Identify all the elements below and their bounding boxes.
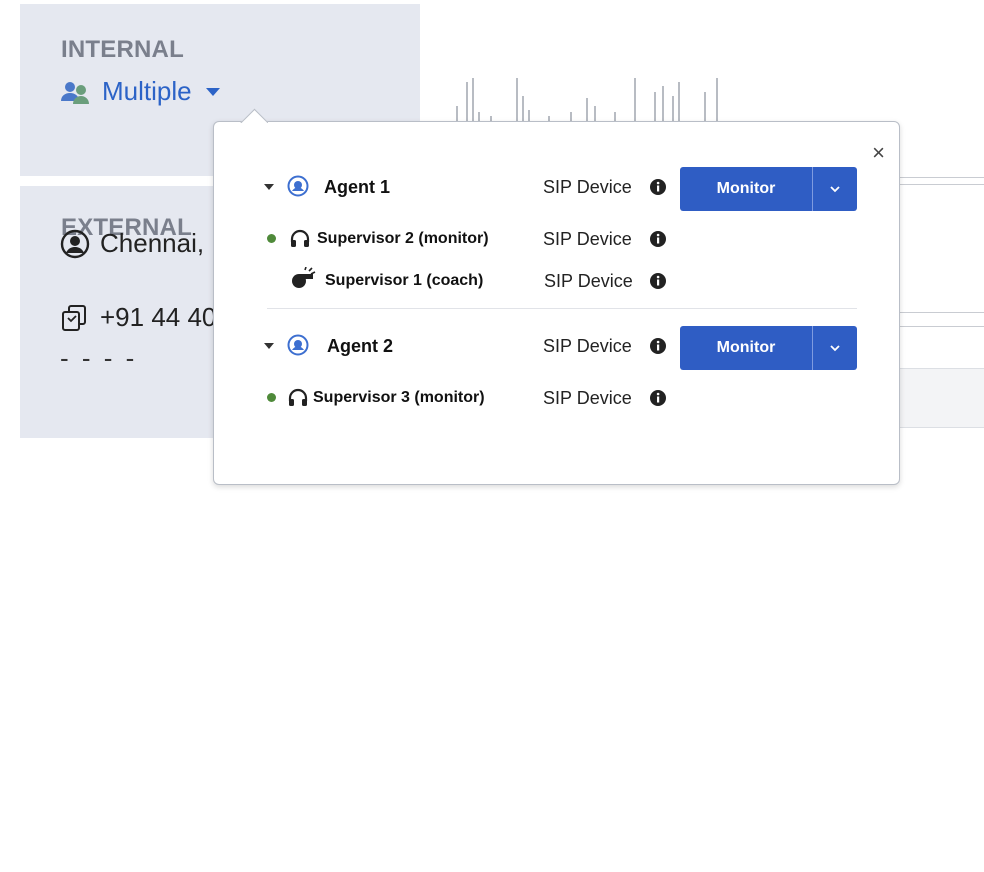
device-label: SIP Device: [543, 388, 632, 408]
users-icon: [61, 81, 89, 104]
monitoring-popover: × Agent 1 SIP Device Monitor Supervisor …: [213, 121, 900, 485]
background-waveform: [456, 78, 718, 122]
external-phone: +91 44 40: [60, 302, 216, 333]
device-label: SIP Device: [543, 336, 632, 356]
monitor-button[interactable]: Monitor: [680, 167, 812, 211]
agent-row: Agent 2 SIP Device Monitor: [214, 326, 899, 370]
background-row: [900, 368, 984, 428]
multiple-dropdown[interactable]: Multiple: [60, 76, 220, 107]
background-line: [900, 184, 984, 185]
group-divider: [267, 308, 857, 309]
location-text: Chennai,: [100, 228, 205, 258]
chevron-down-icon[interactable]: [264, 343, 274, 349]
info-icon[interactable]: [649, 178, 667, 196]
agent-name: Agent 2: [327, 336, 394, 356]
agent-name: Agent 1: [324, 177, 391, 197]
external-placeholder: - - - -: [60, 343, 138, 373]
chevron-down-icon: [830, 345, 840, 352]
agent-row: Agent 1 SIP Device Monitor: [214, 167, 899, 211]
user-circle-icon: [60, 229, 90, 258]
close-icon[interactable]: ×: [872, 142, 885, 164]
popover-arrow: [240, 107, 268, 123]
background-line: [900, 177, 984, 178]
background-line: [900, 326, 984, 327]
supervisor-row: Supervisor 3 (monitor) SIP Device: [214, 378, 899, 418]
monitor-options-button[interactable]: [812, 167, 857, 211]
agent-headset-icon: [287, 175, 309, 197]
agent-headset-icon: [287, 334, 309, 356]
chevron-down-icon: [830, 186, 840, 193]
status-dot: [267, 234, 276, 243]
background-line: [900, 312, 984, 313]
monitor-options-button[interactable]: [812, 326, 857, 370]
external-location: Chennai,: [60, 228, 204, 259]
chevron-down-icon[interactable]: [264, 184, 274, 190]
headphones-icon: [288, 388, 308, 406]
supervisor-row: Supervisor 2 (monitor) SIP Device: [214, 219, 899, 259]
device-label: SIP Device: [544, 271, 633, 291]
info-icon[interactable]: [649, 230, 667, 248]
chevron-down-icon: [205, 87, 220, 96]
monitor-button[interactable]: Monitor: [680, 326, 812, 370]
copy-phone-icon: [62, 304, 86, 331]
multiple-label: Multiple: [102, 76, 192, 106]
info-icon[interactable]: [649, 337, 667, 355]
info-icon[interactable]: [649, 272, 667, 290]
monitor-split-button: Monitor: [680, 326, 857, 370]
headphones-icon: [290, 229, 310, 247]
supervisor-row: Supervisor 1 (coach) SIP Device: [214, 261, 899, 301]
device-label: SIP Device: [543, 229, 632, 249]
info-icon[interactable]: [649, 389, 667, 407]
device-label: SIP Device: [543, 177, 632, 197]
whistle-icon: [292, 267, 316, 288]
status-dot: [267, 393, 276, 402]
monitor-split-button: Monitor: [680, 167, 857, 211]
supervisor-name: Supervisor 3 (monitor): [313, 389, 485, 406]
supervisor-name: Supervisor 1 (coach): [325, 272, 484, 289]
internal-label: INTERNAL: [61, 36, 184, 63]
supervisor-name: Supervisor 2 (monitor): [317, 230, 489, 247]
phone-text: +91 44 40: [100, 302, 217, 332]
